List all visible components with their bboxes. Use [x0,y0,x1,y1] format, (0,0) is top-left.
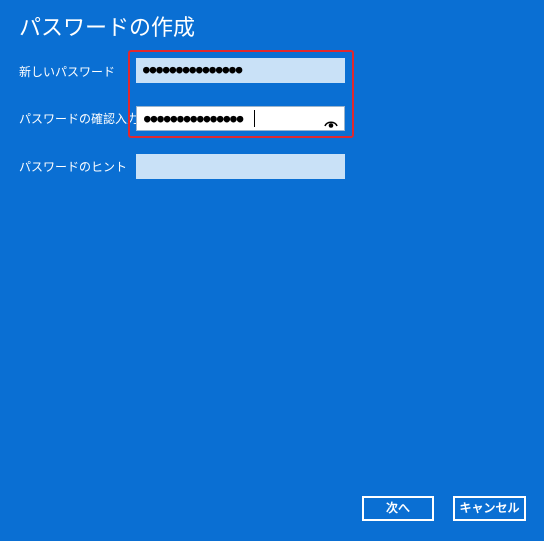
password-hint-field[interactable] [136,154,345,179]
new-password-value: ●●●●●●●●●●●●●●● [143,63,243,76]
confirm-password-label: パスワードの確認入力 [19,112,140,126]
password-hint-label: パスワードのヒント [19,160,128,174]
text-caret [254,110,255,127]
next-button[interactable]: 次へ [362,496,434,521]
confirm-password-value: ●●●●●●●●●●●●●●● [144,112,244,125]
new-password-field[interactable]: ●●●●●●●●●●●●●●● [136,58,345,83]
confirm-password-field[interactable]: ●●●●●●●●●●●●●●● [136,106,345,131]
eye-icon[interactable] [324,114,338,128]
new-password-label: 新しいパスワード [19,65,116,79]
cancel-button[interactable]: キャンセル [453,496,526,521]
page-title: パスワードの作成 [19,16,196,41]
